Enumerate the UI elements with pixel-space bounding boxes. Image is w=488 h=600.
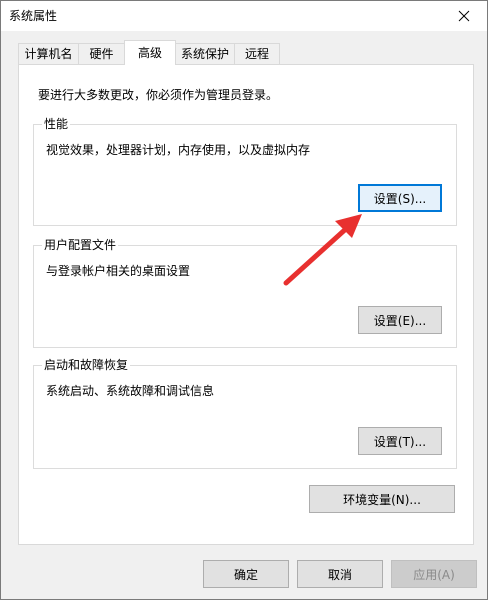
group-title: 用户配置文件	[42, 238, 119, 252]
system-properties-window: 系统属性 计算机名 硬件 高级 系统保护 远程 要进行大多数更改，你必须作为管理…	[0, 0, 488, 600]
performance-group: 性能 视觉效果，处理器计划，内存使用，以及虚拟内存 设置(S)...	[33, 117, 457, 226]
user-profiles-group: 用户配置文件 与登录帐户相关的桌面设置 设置(E)...	[33, 238, 457, 348]
window-title: 系统属性	[9, 9, 58, 23]
title-bar: 系统属性	[1, 1, 487, 31]
tab-computer-name[interactable]: 计算机名	[18, 43, 79, 64]
group-description: 系统启动、系统故障和调试信息	[46, 384, 215, 398]
advanced-panel: 要进行大多数更改，你必须作为管理员登录。 性能 视觉效果，处理器计划，内存使用，…	[18, 64, 474, 545]
environment-variables-button[interactable]: 环境变量(N)...	[309, 485, 455, 513]
group-description: 与登录帐户相关的桌面设置	[46, 264, 191, 278]
group-title: 启动和故障恢复	[42, 358, 131, 372]
performance-settings-button[interactable]: 设置(S)...	[358, 184, 442, 212]
admin-notice: 要进行大多数更改，你必须作为管理员登录。	[38, 88, 279, 102]
group-description: 视觉效果，处理器计划，内存使用，以及虚拟内存	[46, 143, 311, 157]
group-title: 性能	[42, 117, 71, 131]
close-icon	[458, 10, 470, 22]
tab-remote[interactable]: 远程	[234, 43, 280, 64]
user-profiles-settings-button[interactable]: 设置(E)...	[358, 306, 442, 334]
startup-recovery-settings-button[interactable]: 设置(T)...	[358, 427, 442, 455]
apply-button[interactable]: 应用(A)	[391, 560, 477, 588]
startup-recovery-group: 启动和故障恢复 系统启动、系统故障和调试信息 设置(T)...	[33, 358, 457, 469]
tab-system-protection[interactable]: 系统保护	[175, 43, 235, 64]
ok-button[interactable]: 确定	[203, 560, 289, 588]
tab-advanced[interactable]: 高级	[124, 40, 176, 65]
close-button[interactable]	[441, 1, 487, 31]
tab-hardware[interactable]: 硬件	[78, 43, 125, 64]
cancel-button[interactable]: 取消	[297, 560, 383, 588]
